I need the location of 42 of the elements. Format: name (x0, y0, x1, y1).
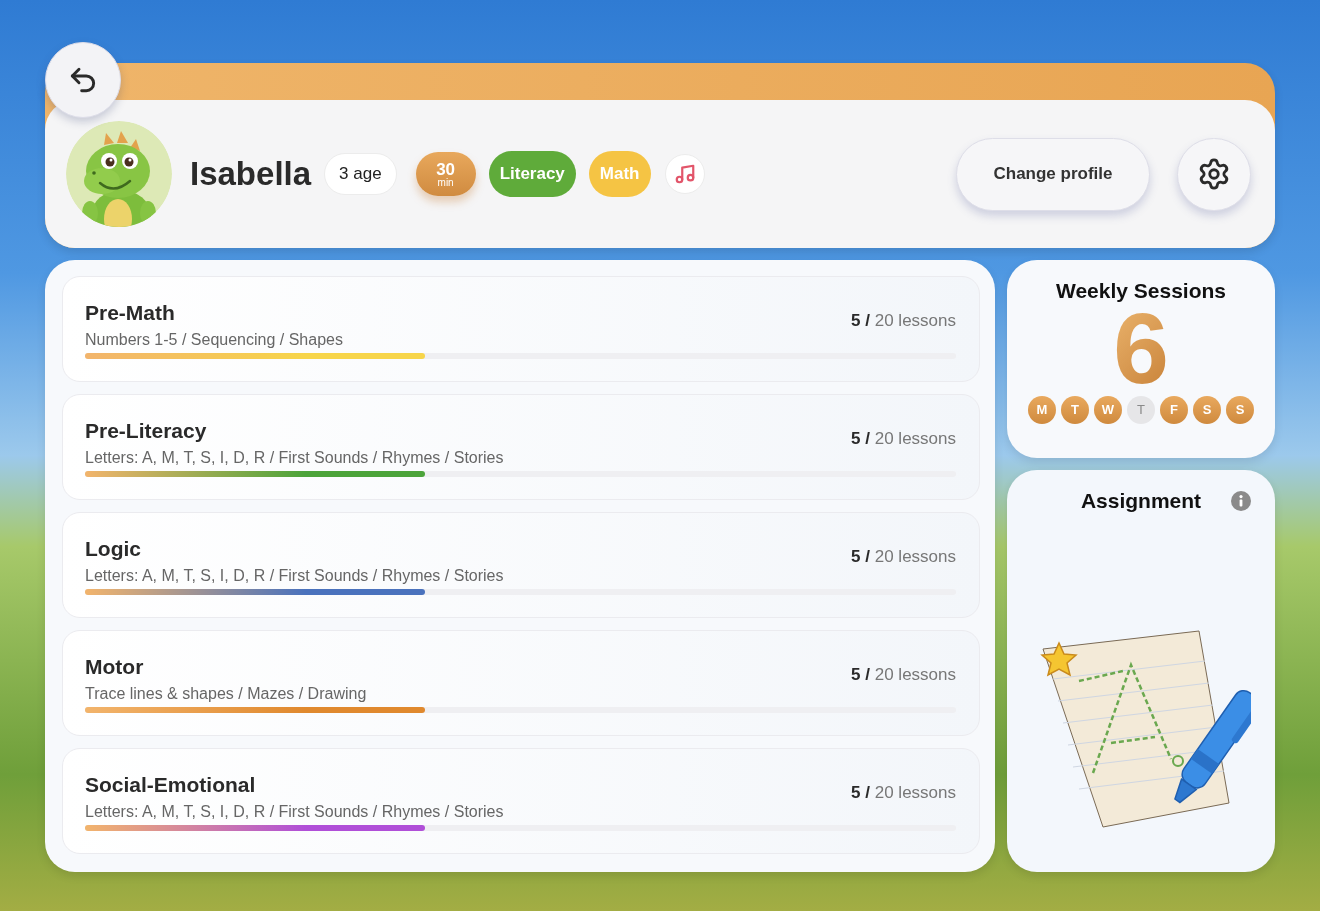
weekday-indicator: S (1193, 396, 1221, 424)
assignment-title: Assignment (1079, 488, 1203, 514)
duration-unit: min (437, 177, 454, 188)
change-profile-button[interactable]: Change profile (956, 137, 1150, 211)
settings-button[interactable] (1177, 137, 1251, 211)
info-icon[interactable] (1231, 491, 1251, 511)
duration-value: 30 (436, 160, 456, 178)
subject-tag: Literacy (488, 151, 576, 197)
weekday-indicator: F (1160, 396, 1188, 424)
lesson-count: 5 / 20 lessons (851, 546, 956, 568)
subject-row[interactable]: Social-Emotional Letters: A, M, T, S, I, D, R / First Sounds / Rhymes / Stories 5 / 20 lessons (62, 748, 980, 854)
lesson-count: 5 / 20 lessons (851, 782, 956, 804)
subject-row[interactable]: Motor Trace lines & shapes / Mazes / Drawing 5 / 20 lessons (62, 630, 980, 736)
subject-topics: Letters: A, M, T, S, I, D, R / First Sounds / Rhymes / Stories (85, 566, 504, 586)
subject-row[interactable]: Pre-Literacy Letters: A, M, T, S, I, D, R / First Sounds / Rhymes / Stories 5 / 20 lessons (62, 394, 980, 500)
subject-topics: Letters: A, M, T, S, I, D, R / First Sounds / Rhymes / Stories (85, 802, 504, 822)
subject-title: Pre-Math (85, 300, 175, 326)
weekday-indicator: T (1061, 396, 1089, 424)
lesson-count: 5 / 20 lessons (851, 664, 956, 686)
subject-topics: Numbers 1-5 / Sequencing / Shapes (85, 330, 343, 350)
settings-icon (1197, 157, 1231, 191)
weekday-indicator: S (1226, 396, 1254, 424)
subject-row[interactable]: Logic Letters: A, M, T, S, I, D, R / First Sounds / Rhymes / Stories 5 / 20 lessons (62, 512, 980, 618)
subject-title: Motor (85, 654, 144, 680)
music-note-icon (673, 163, 696, 185)
back-button[interactable] (45, 42, 121, 118)
weekday-indicator: T (1127, 396, 1155, 424)
weekday-indicator: W (1094, 396, 1122, 424)
subject-title: Logic (85, 536, 141, 562)
music-button[interactable] (664, 154, 705, 194)
weekly-sessions-title: Weekly Sessions (1055, 278, 1226, 304)
subject-title: Social-Emotional (85, 772, 256, 798)
lesson-count: 5 / 20 lessons (851, 428, 956, 450)
profile-name: Isabella (190, 154, 312, 195)
subject-title: Pre-Literacy (85, 418, 207, 444)
subject-row[interactable]: Pre-Math Numbers 1-5 / Sequencing / Shapes 5 / 20 lessons (62, 276, 980, 382)
subject-topics: Letters: A, M, T, S, I, D, R / First Sounds / Rhymes / Stories (85, 448, 504, 468)
subject-topics: Trace lines & shapes / Mazes / Drawing (85, 684, 367, 704)
weekday-indicator: M (1028, 396, 1056, 424)
lesson-count: 5 / 20 lessons (851, 310, 956, 332)
subject-tag: Math (588, 151, 651, 197)
age-badge: 3 age (324, 153, 397, 195)
